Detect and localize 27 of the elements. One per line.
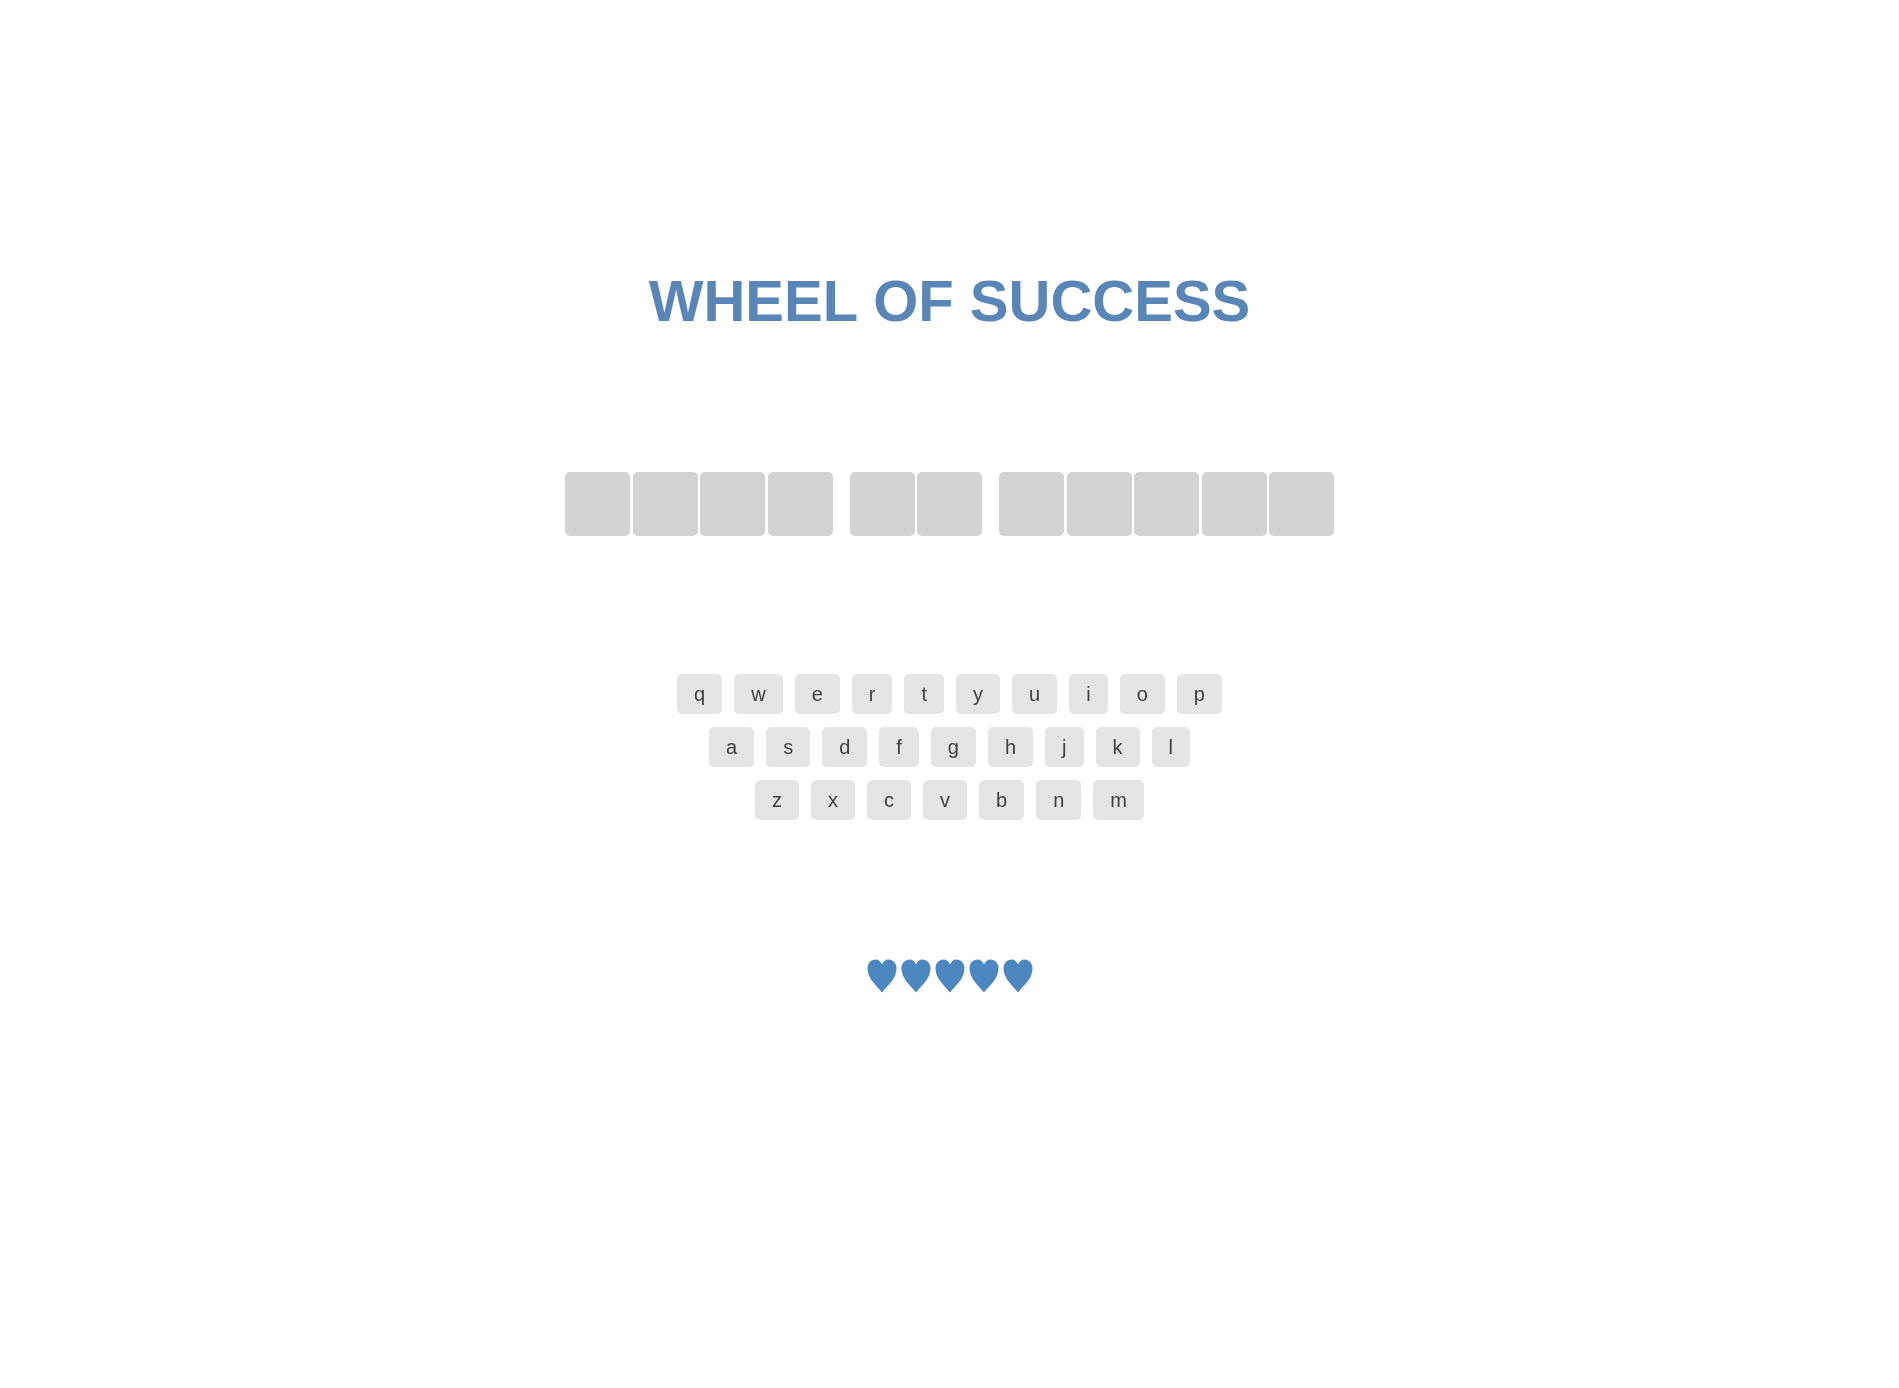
letter-key[interactable]: g	[930, 726, 976, 767]
letter-key[interactable]: w	[734, 673, 783, 714]
letter-key[interactable]: o	[1119, 673, 1165, 714]
letter-key[interactable]: b	[979, 779, 1025, 820]
letter-key[interactable]: k	[1095, 726, 1140, 767]
letter-key[interactable]: r	[851, 673, 893, 714]
letter-key[interactable]: m	[1093, 779, 1144, 820]
letter-key[interactable]: c	[867, 779, 912, 820]
letter-key[interactable]: p	[1176, 673, 1222, 714]
letter-key[interactable]: q	[677, 673, 723, 714]
letter-key[interactable]: i	[1069, 673, 1108, 714]
page-title: WHEEL OF SUCCESS	[648, 267, 1251, 335]
letter-key[interactable]: s	[766, 726, 811, 767]
letter-key[interactable]: d	[822, 726, 868, 767]
letter-key[interactable]: t	[904, 673, 945, 714]
letter-key[interactable]: h	[987, 726, 1034, 767]
letter-key[interactable]: l	[1151, 726, 1190, 767]
letter-key[interactable]: j	[1045, 726, 1084, 767]
letter-key[interactable]: v	[923, 779, 968, 820]
letter-key[interactable]: f	[879, 726, 919, 767]
letter-key[interactable]: x	[811, 779, 856, 820]
letter-key[interactable]: e	[794, 673, 840, 714]
letter-key[interactable]: a	[709, 726, 755, 767]
letter-key[interactable]: y	[956, 673, 1001, 714]
letter-key[interactable]: u	[1012, 673, 1058, 714]
letter-key[interactable]: z	[755, 779, 800, 820]
letter-key[interactable]: n	[1036, 779, 1082, 820]
